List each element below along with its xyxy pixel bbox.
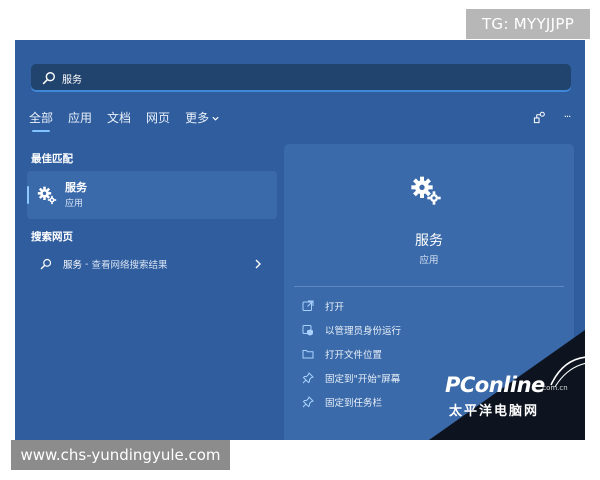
detail-title: 服务: [415, 233, 443, 249]
share-button[interactable]: [531, 109, 547, 125]
search-box[interactable]: [31, 64, 571, 92]
more-icon: ···: [563, 111, 571, 123]
action-pin-to-taskbar[interactable]: 固定到任务栏: [302, 390, 401, 414]
best-match-subtitle: 应用: [65, 199, 84, 209]
shield-icon: [302, 325, 313, 336]
web-search-heading: 搜索网页: [31, 231, 73, 243]
tab-web[interactable]: 网页: [146, 109, 170, 132]
share-icon: [533, 111, 545, 123]
best-match-heading: 最佳匹配: [31, 153, 73, 165]
tab-all[interactable]: 全部: [29, 109, 53, 132]
action-open-file-location[interactable]: 打开文件位置: [302, 342, 401, 366]
web-search-item[interactable]: 服务 - 查看网络搜索结果: [27, 253, 277, 275]
search-input[interactable]: [62, 72, 542, 84]
tab-apps[interactable]: 应用: [68, 109, 92, 132]
open-icon: [302, 300, 314, 311]
chevron-right-icon[interactable]: [253, 258, 263, 270]
pin-icon: [302, 396, 314, 408]
action-list: 打开 以管理员身份运行 打开文件位置 固定到"开始"屏幕 固定到任务栏: [302, 294, 401, 414]
caption-watermark: www.chs-yundingyule.com: [11, 440, 230, 470]
divider: [294, 286, 564, 287]
action-run-as-admin[interactable]: 以管理员身份运行: [302, 318, 401, 342]
web-search-query: 服务: [63, 260, 83, 271]
search-icon: [40, 258, 52, 270]
pconline-logo: PConline .com.cn 太平洋电脑网: [445, 356, 585, 429]
tg-watermark: TG: MYYJJPP: [466, 9, 590, 39]
web-search-separator: -: [85, 258, 89, 270]
pin-icon: [302, 372, 314, 384]
search-window: 全部 应用 文档 网页 更多 ··· 最佳匹配: [15, 40, 585, 440]
chevron-down-icon: [212, 116, 219, 121]
tab-documents[interactable]: 文档: [107, 109, 131, 132]
gear-icon: [411, 176, 441, 205]
best-match-title: 服务: [65, 181, 87, 194]
action-open[interactable]: 打开: [302, 294, 401, 318]
logo-chinese-text: 太平洋电脑网: [449, 404, 540, 419]
detail-subtitle: 应用: [419, 255, 439, 266]
selection-indicator: [27, 186, 29, 204]
folder-icon: [302, 350, 314, 359]
tab-more[interactable]: 更多: [185, 109, 220, 132]
web-search-description: 查看网络搜索结果: [91, 260, 168, 271]
best-match-item[interactable]: 服务 应用: [27, 171, 277, 219]
logo-text: PConline: [445, 373, 545, 397]
gear-icon: [37, 186, 57, 205]
top-right-actions: ···: [531, 109, 575, 125]
action-pin-to-start[interactable]: 固定到"开始"屏幕: [302, 366, 401, 390]
logo-domain: .com.cn: [540, 384, 568, 392]
filter-tabs: 全部 应用 文档 网页 更多: [29, 109, 220, 132]
search-icon: [42, 72, 55, 85]
more-button[interactable]: ···: [559, 109, 575, 125]
